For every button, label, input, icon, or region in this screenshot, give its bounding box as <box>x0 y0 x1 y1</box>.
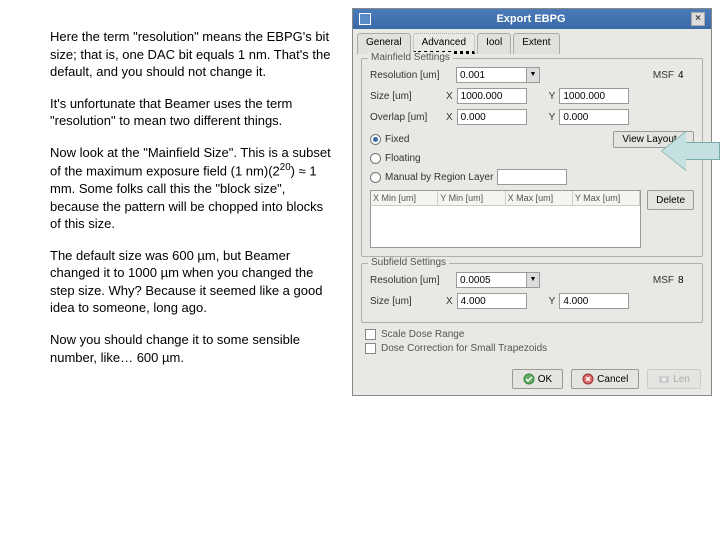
sub-msf-label: MSF <box>653 275 674 286</box>
x-label: X <box>446 296 453 307</box>
sub-resolution-combo[interactable]: ▼ <box>456 272 540 288</box>
col-xmin: X Min [um] <box>371 191 438 206</box>
resolution-combo[interactable]: ▼ <box>456 67 540 83</box>
titlebar[interactable]: Export EBPG × <box>353 9 711 29</box>
dose-correction-label: Dose Correction for Small Trapezoids <box>381 343 547 354</box>
para-1: Here the term "resolution" means the EBP… <box>50 28 335 81</box>
mainfield-title: Mainfield Settings <box>368 52 453 63</box>
callout-arrow <box>670 128 720 172</box>
dialog-title: Export EBPG <box>371 13 691 25</box>
tab-iool[interactable]: Iool <box>477 33 511 54</box>
manual-radio[interactable] <box>370 172 381 183</box>
app-icon <box>359 13 371 25</box>
x-label: X <box>446 91 453 102</box>
camera-icon <box>658 373 670 385</box>
dialog-footer: OK Cancel Len <box>353 363 711 395</box>
ok-button[interactable]: OK <box>512 369 563 389</box>
para-4: The default size was 600 µm, but Beamer … <box>50 247 335 317</box>
resolution-input[interactable] <box>456 67 526 83</box>
export-ebpg-dialog: Export EBPG × General Advanced Iool Exte… <box>352 8 712 396</box>
sub-resolution-input[interactable] <box>456 272 526 288</box>
fixed-radio[interactable] <box>370 134 381 145</box>
overlap-y-input[interactable] <box>559 109 629 125</box>
overlap-label: Overlap [um] <box>370 112 442 123</box>
col-ymin: Y Min [um] <box>438 191 505 206</box>
sub-resolution-label: Resolution [um] <box>370 275 452 286</box>
floating-label: Floating <box>385 153 421 164</box>
subfield-group: Subfield Settings Resolution [um] ▼ MSF … <box>361 263 703 323</box>
manual-label: Manual by Region Layer <box>385 172 493 183</box>
scale-dose-label: Scale Dose Range <box>381 329 464 340</box>
size-y-input[interactable] <box>559 88 629 104</box>
chevron-down-icon[interactable]: ▼ <box>526 67 540 83</box>
manual-layer-input[interactable] <box>497 169 567 185</box>
y-label: Y <box>549 112 556 123</box>
tab-general[interactable]: General <box>357 33 411 54</box>
size-label: Size [um] <box>370 91 442 102</box>
resolution-label: Resolution [um] <box>370 70 452 81</box>
dose-correction-checkbox[interactable] <box>365 343 376 354</box>
close-icon[interactable]: × <box>691 12 705 26</box>
scale-dose-checkbox[interactable] <box>365 329 376 340</box>
col-xmax: X Max [um] <box>506 191 573 206</box>
fixed-label: Fixed <box>385 134 465 145</box>
sub-msf-value: 8 <box>678 275 694 286</box>
region-table[interactable]: X Min [um] Y Min [um] X Max [um] Y Max [… <box>370 190 641 248</box>
msf-value: 4 <box>678 70 694 81</box>
y-label: Y <box>549 296 556 307</box>
tab-advanced[interactable]: Advanced <box>413 33 475 54</box>
cancel-button[interactable]: Cancel <box>571 369 639 389</box>
floating-radio[interactable] <box>370 153 381 164</box>
sub-size-x-input[interactable] <box>457 293 527 309</box>
para-2: It's unfortunate that Beamer uses the te… <box>50 95 335 130</box>
tab-panel: Mainfield Settings Resolution [um] ▼ MSF… <box>353 54 711 363</box>
para-3: Now look at the "Mainfield Size". This i… <box>50 144 335 233</box>
ok-icon <box>523 373 535 385</box>
size-x-input[interactable] <box>457 88 527 104</box>
explanatory-text: Here the term "resolution" means the EBP… <box>50 28 335 380</box>
sub-size-y-input[interactable] <box>559 293 629 309</box>
y-label: Y <box>549 91 556 102</box>
sub-size-label: Size [um] <box>370 296 442 307</box>
overlap-x-input[interactable] <box>457 109 527 125</box>
para-5: Now you should change it to some sensibl… <box>50 331 335 366</box>
chevron-down-icon[interactable]: ▼ <box>526 272 540 288</box>
len-button: Len <box>647 369 701 389</box>
delete-button[interactable]: Delete <box>647 190 694 210</box>
tab-extent[interactable]: Extent <box>513 33 559 54</box>
x-label: X <box>446 112 453 123</box>
tab-bar: General Advanced Iool Extent <box>353 29 711 54</box>
msf-label: MSF <box>653 70 674 81</box>
mainfield-group: Mainfield Settings Resolution [um] ▼ MSF… <box>361 58 703 257</box>
cancel-icon <box>582 373 594 385</box>
subfield-title: Subfield Settings <box>368 257 449 268</box>
col-ymax: Y Max [um] <box>573 191 640 206</box>
